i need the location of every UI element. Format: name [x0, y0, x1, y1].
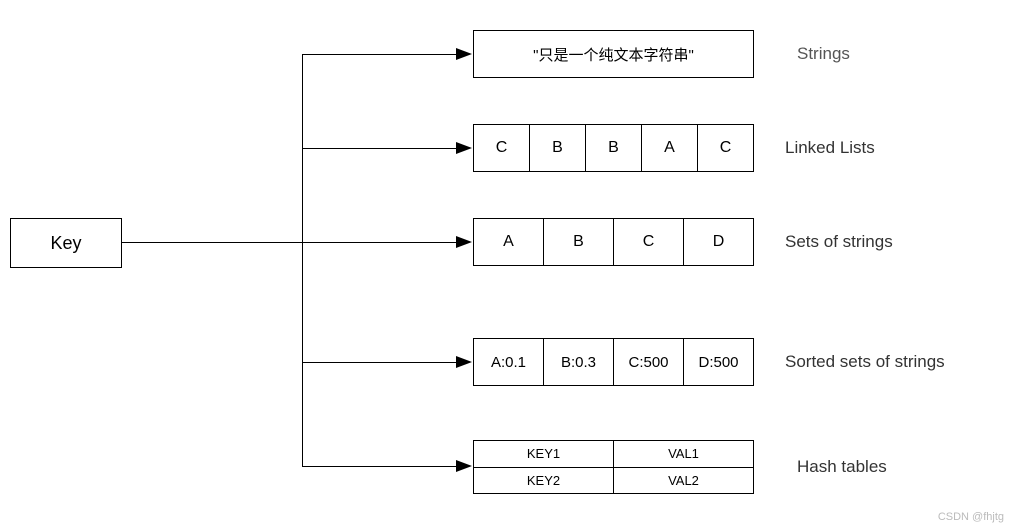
set-cell: A [474, 219, 543, 265]
strings-text: "只是一个纯文本字符串" [533, 44, 694, 65]
arrowhead-sets [456, 236, 472, 248]
hash-val: VAL1 [614, 441, 753, 467]
key-label: Key [50, 233, 81, 254]
arrowhead-sortedsets [456, 356, 472, 368]
arrowhead-linkedlists [456, 142, 472, 154]
strings-box: "只是一个纯文本字符串" [473, 30, 754, 78]
connector-spine [302, 54, 303, 467]
hash-keys-col: KEY1 KEY2 [474, 441, 613, 493]
zset-cell: D:500 [683, 339, 753, 385]
branch-hash [302, 466, 462, 467]
zset-cell: A:0.1 [474, 339, 543, 385]
watermark: CSDN @fhjtg [938, 511, 1004, 523]
arrowhead-hash [456, 460, 472, 472]
branch-sortedsets [302, 362, 462, 363]
hash-label: Hash tables [797, 457, 887, 477]
branch-strings [302, 54, 462, 55]
branch-linkedlists [302, 148, 462, 149]
ll-cell: B [529, 125, 585, 171]
hash-box: KEY1 KEY2 VAL1 VAL2 [473, 440, 754, 494]
connector-trunk [122, 242, 302, 243]
sortedsets-box: A:0.1 B:0.3 C:500 D:500 [473, 338, 754, 386]
hash-vals-col: VAL1 VAL2 [613, 441, 753, 493]
set-cell: D [683, 219, 753, 265]
linkedlists-box: C B B A C [473, 124, 754, 172]
sets-label: Sets of strings [785, 232, 893, 252]
linkedlists-label: Linked Lists [785, 138, 875, 158]
hash-key: KEY1 [474, 441, 613, 467]
key-box: Key [10, 218, 122, 268]
zset-cell: C:500 [613, 339, 683, 385]
hash-key: KEY2 [474, 467, 613, 494]
branch-sets [302, 242, 462, 243]
ll-cell: C [474, 125, 529, 171]
hash-val: VAL2 [614, 467, 753, 494]
zset-cell: B:0.3 [543, 339, 613, 385]
set-cell: C [613, 219, 683, 265]
strings-label: Strings [797, 44, 850, 64]
arrowhead-strings [456, 48, 472, 60]
ll-cell: A [641, 125, 697, 171]
set-cell: B [543, 219, 613, 265]
ll-cell: B [585, 125, 641, 171]
sortedsets-label: Sorted sets of strings [785, 352, 945, 372]
ll-cell: C [697, 125, 753, 171]
sets-box: A B C D [473, 218, 754, 266]
